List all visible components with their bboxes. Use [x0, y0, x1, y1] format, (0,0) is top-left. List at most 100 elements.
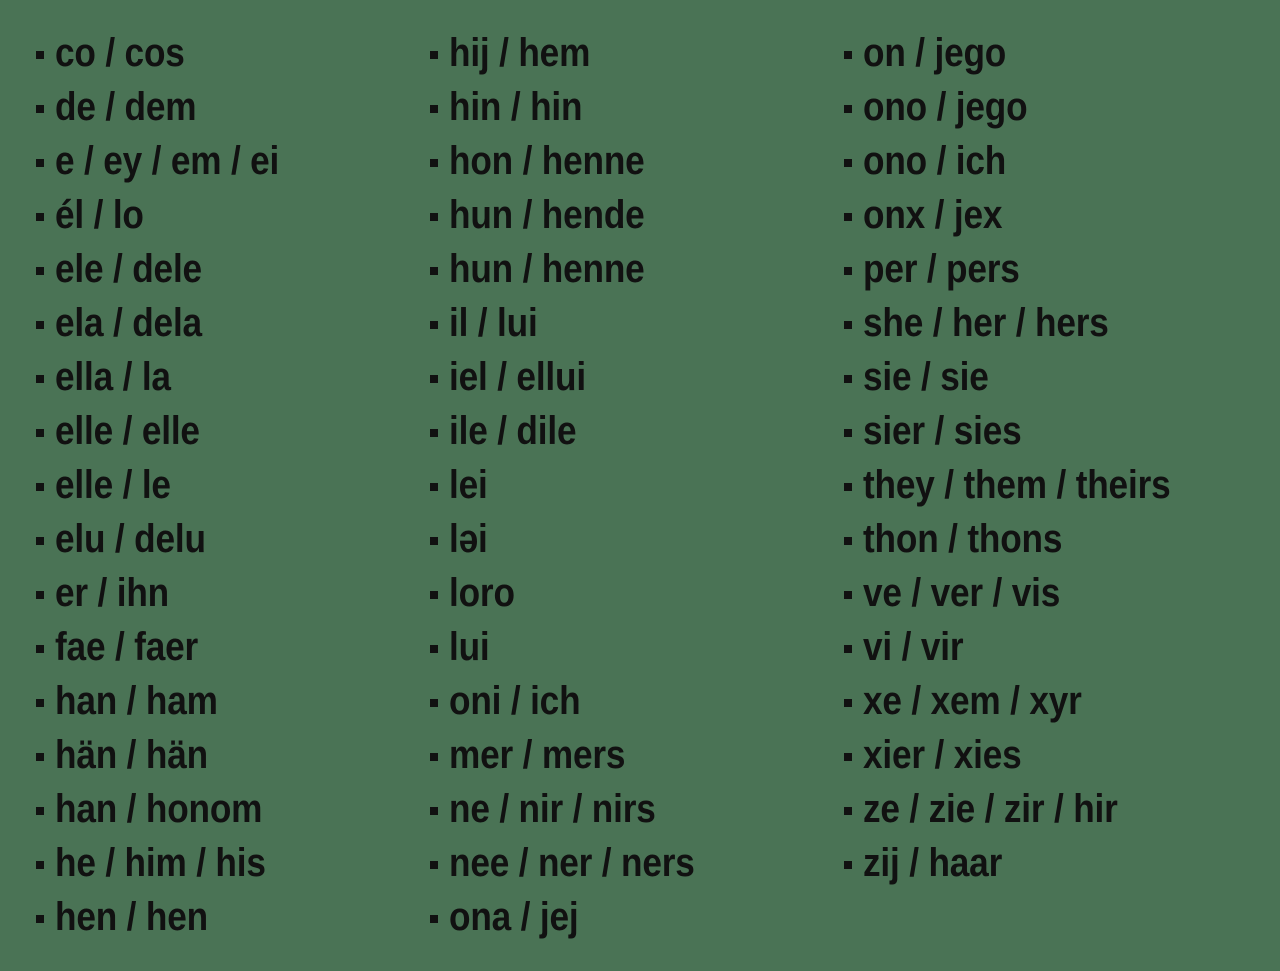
- list-item: fae / faer: [36, 620, 418, 674]
- bullet-square-icon: [844, 699, 852, 707]
- pronoun-set-label: ele / dele: [55, 247, 202, 291]
- bullet-square-icon: [844, 861, 852, 869]
- bullet-square-icon: [844, 267, 852, 275]
- bullet-square-icon: [844, 483, 852, 491]
- list-item: il / lui: [430, 296, 830, 350]
- list-item: ono / ich: [844, 134, 1280, 188]
- pronoun-set-label: they / them / theirs: [863, 463, 1171, 507]
- bullet-square-icon: [36, 483, 44, 491]
- pronoun-list-column-2: hij / hem hin / hin hon / henne hun / hende…: [430, 26, 830, 944]
- list-item: sie / sie: [844, 350, 1280, 404]
- bullet-square-icon: [844, 645, 852, 653]
- pronoun-set-label: fae / faer: [55, 625, 199, 669]
- list-item: they / them / theirs: [844, 458, 1280, 512]
- bullet-square-icon: [36, 861, 44, 869]
- list-item: elle / elle: [36, 404, 418, 458]
- bullet-square-icon: [430, 591, 438, 599]
- bullet-square-icon: [36, 429, 44, 437]
- bullet-square-icon: [36, 321, 44, 329]
- list-item: ləi: [430, 512, 830, 566]
- list-item: ve / ver / vis: [844, 566, 1280, 620]
- bullet-square-icon: [36, 105, 44, 113]
- list-item: iel / ellui: [430, 350, 830, 404]
- bullet-square-icon: [430, 159, 438, 167]
- list-item: he / him / his: [36, 836, 418, 890]
- pronoun-set-label: ella / la: [55, 355, 171, 399]
- list-item: thon / thons: [844, 512, 1280, 566]
- pronoun-set-label: nee / ner / ners: [449, 841, 695, 885]
- list-item: nee / ner / ners: [430, 836, 830, 890]
- list-item: sier / sies: [844, 404, 1280, 458]
- pronoun-set-label: e / ey / em / ei: [55, 139, 280, 183]
- list-item: él / lo: [36, 188, 418, 242]
- list-item: zij / haar: [844, 836, 1280, 890]
- bullet-square-icon: [844, 51, 852, 59]
- pronoun-set-label: ne / nir / nirs: [449, 787, 656, 831]
- pronoun-set-label: er / ihn: [55, 571, 170, 615]
- bullet-square-icon: [430, 51, 438, 59]
- bullet-square-icon: [844, 807, 852, 815]
- bullet-square-icon: [844, 213, 852, 221]
- list-item: ela / dela: [36, 296, 418, 350]
- bullet-square-icon: [430, 699, 438, 707]
- pronoun-set-label: ləi: [449, 517, 488, 561]
- pronoun-set-label: lui: [449, 625, 490, 669]
- list-item: she / her / hers: [844, 296, 1280, 350]
- list-item: ele / dele: [36, 242, 418, 296]
- pronoun-set-label: mer / mers: [449, 733, 626, 777]
- pronoun-columns: co / cos de / dem e / ey / em / ei él / lo e…: [0, 0, 1280, 971]
- pronoun-list-page: co / cos de / dem e / ey / em / ei él / lo e…: [0, 0, 1280, 971]
- list-item: han / honom: [36, 782, 418, 836]
- list-item: co / cos: [36, 26, 418, 80]
- pronoun-set-label: hin / hin: [449, 85, 583, 129]
- list-item: hun / henne: [430, 242, 830, 296]
- pronoun-list-column-1: co / cos de / dem e / ey / em / ei él / lo e…: [36, 26, 418, 944]
- list-item: vi / vir: [844, 620, 1280, 674]
- pronoun-column-3: on / jego ono / jego ono / ich onx / jex per…: [830, 26, 1280, 890]
- bullet-square-icon: [844, 321, 852, 329]
- bullet-square-icon: [36, 699, 44, 707]
- bullet-square-icon: [430, 105, 438, 113]
- bullet-square-icon: [430, 753, 438, 761]
- list-item: er / ihn: [36, 566, 418, 620]
- bullet-square-icon: [844, 159, 852, 167]
- bullet-square-icon: [844, 105, 852, 113]
- pronoun-set-label: loro: [449, 571, 515, 615]
- bullet-square-icon: [844, 753, 852, 761]
- bullet-square-icon: [36, 915, 44, 923]
- pronoun-set-label: sier / sies: [863, 409, 1022, 453]
- pronoun-set-label: han / honom: [55, 787, 263, 831]
- pronoun-set-label: hän / hän: [55, 733, 208, 777]
- list-item: hen / hen: [36, 890, 418, 944]
- bullet-square-icon: [844, 375, 852, 383]
- pronoun-set-label: xe / xem / xyr: [863, 679, 1082, 723]
- bullet-square-icon: [844, 429, 852, 437]
- pronoun-set-label: elu / delu: [55, 517, 206, 561]
- list-item: loro: [430, 566, 830, 620]
- bullet-square-icon: [36, 753, 44, 761]
- bullet-square-icon: [430, 267, 438, 275]
- list-item: hun / hende: [430, 188, 830, 242]
- pronoun-set-label: ile / dile: [449, 409, 577, 453]
- bullet-square-icon: [430, 537, 438, 545]
- pronoun-set-label: elle / elle: [55, 409, 200, 453]
- bullet-square-icon: [36, 375, 44, 383]
- bullet-square-icon: [430, 375, 438, 383]
- pronoun-set-label: zij / haar: [863, 841, 1003, 885]
- pronoun-set-label: per / pers: [863, 247, 1020, 291]
- list-item: xe / xem / xyr: [844, 674, 1280, 728]
- pronoun-set-label: lei: [449, 463, 488, 507]
- pronoun-set-label: hij / hem: [449, 31, 591, 75]
- list-item: ono / jego: [844, 80, 1280, 134]
- pronoun-set-label: onx / jex: [863, 193, 1003, 237]
- list-item: hij / hem: [430, 26, 830, 80]
- bullet-square-icon: [36, 591, 44, 599]
- pronoun-list-column-3: on / jego ono / jego ono / ich onx / jex per…: [844, 26, 1280, 890]
- pronoun-column-2: hij / hem hin / hin hon / henne hun / hende…: [418, 26, 830, 944]
- bullet-square-icon: [36, 159, 44, 167]
- list-item: hon / henne: [430, 134, 830, 188]
- pronoun-set-label: she / her / hers: [863, 301, 1109, 345]
- list-item: ona / jej: [430, 890, 830, 944]
- pronoun-set-label: hon / henne: [449, 139, 645, 183]
- bullet-square-icon: [36, 645, 44, 653]
